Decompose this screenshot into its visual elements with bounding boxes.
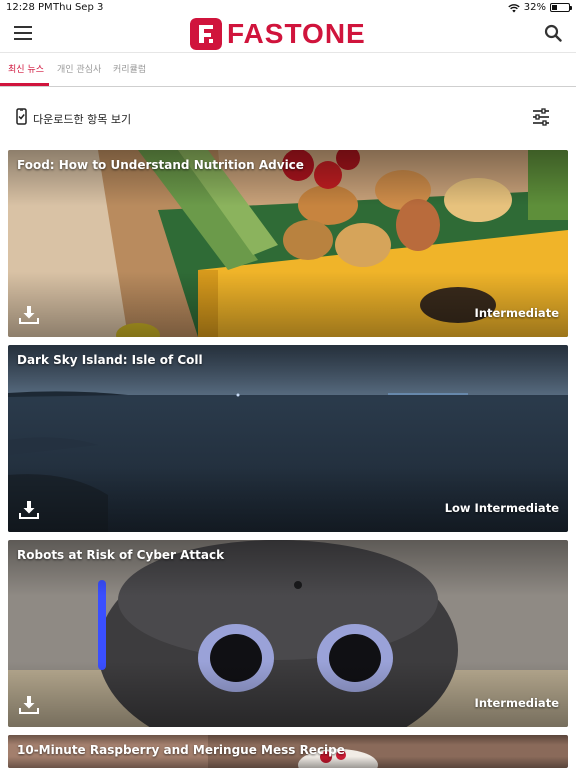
wifi-icon [508,3,520,12]
article-title: Robots at Risk of Cyber Attack [17,548,225,562]
status-time: 12:28 PM [6,2,53,13]
status-bar: 12:28 PM Thu Sep 3 32% [0,0,576,16]
level-badge: Intermediate [474,306,559,320]
downloaded-items-row[interactable]: 다운로드한 항목 보기 [0,104,576,132]
level-badge: Low Intermediate [444,501,559,515]
active-tab-indicator [0,83,49,86]
download-icon[interactable] [19,500,39,520]
article-card[interactable]: Food: How to Understand Nutrition Advice… [8,150,568,337]
tab-curriculum[interactable]: 커리큘럼 [113,62,146,75]
status-right: 32% [508,2,572,13]
tab-latest-news[interactable]: 최신 뉴스 [8,62,44,75]
downloaded-items-label[interactable]: 다운로드한 항목 보기 [33,111,131,127]
tab-bar: 최신 뉴스 개인 관심사 커리큘럼 [0,53,576,87]
article-card[interactable]: Dark Sky Island: Isle of Coll Low Interm… [8,345,568,532]
tab-personal-interests[interactable]: 개인 관심사 [57,62,101,75]
menu-icon[interactable] [14,25,32,41]
logo-text: FASTONE [227,18,366,49]
status-date: Thu Sep 3 [53,2,104,13]
article-title: 10-Minute Raspberry and Meringue Mess Re… [17,743,345,757]
phone-check-icon [16,108,27,125]
filter-sliders-icon[interactable] [532,108,550,126]
app-header: FASTONE [0,16,576,53]
article-card[interactable]: 10-Minute Raspberry and Meringue Mess Re… [8,735,568,768]
battery-icon [550,3,572,12]
article-title: Food: How to Understand Nutrition Advice [17,158,304,172]
logo-mark [190,18,222,50]
article-title: Dark Sky Island: Isle of Coll [17,353,203,367]
download-icon[interactable] [19,305,39,325]
level-badge: Intermediate [474,696,559,710]
battery-percent: 32% [523,2,546,13]
download-icon[interactable] [19,695,39,715]
app-logo[interactable]: FASTONE [190,18,366,50]
article-card[interactable]: Robots at Risk of Cyber Attack Intermedi… [8,540,568,727]
search-icon[interactable] [544,24,562,42]
